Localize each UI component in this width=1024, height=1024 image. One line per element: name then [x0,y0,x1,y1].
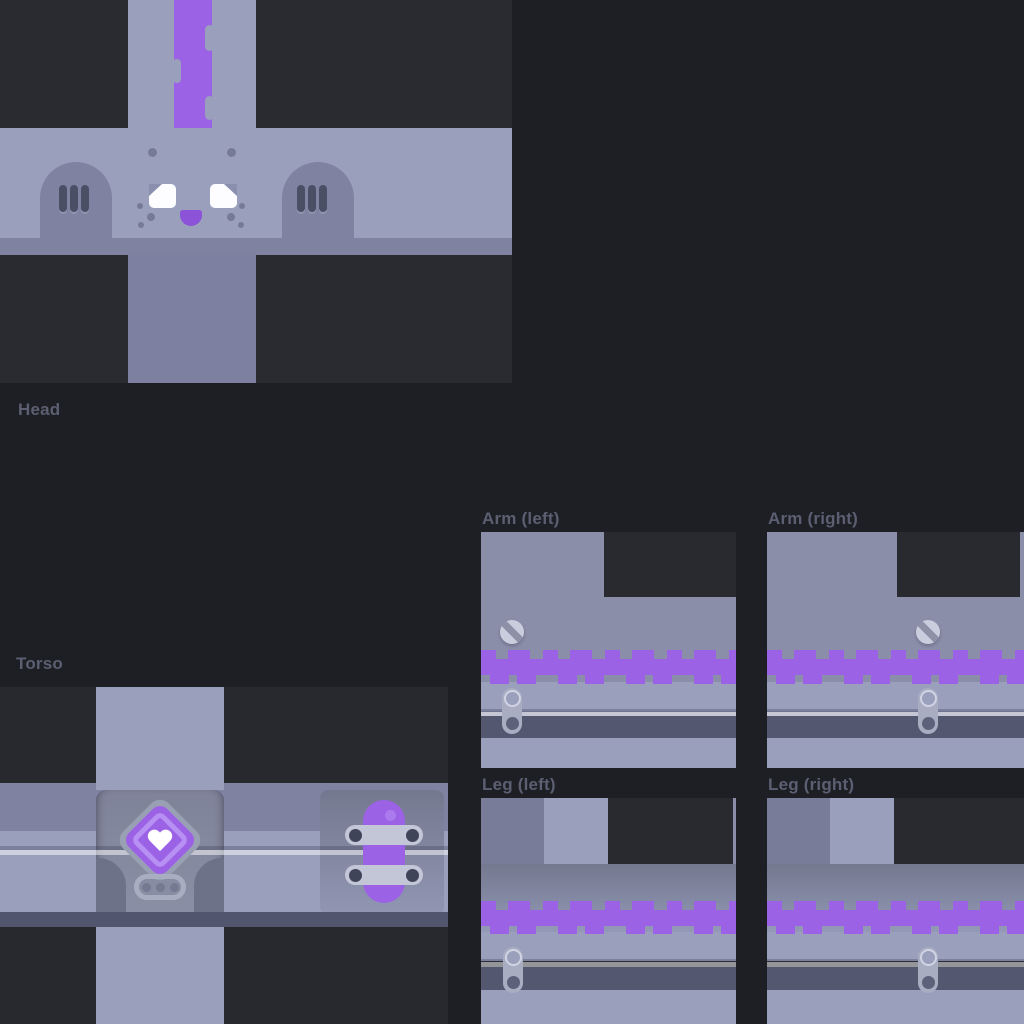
ear-gill-slit [81,185,89,212]
arm-right-label: Arm (right) [768,509,858,529]
uv-empty-notch [897,532,1020,597]
head-texture-tile[interactable] [0,0,512,383]
cuff-dark-band [767,967,1024,990]
freckle [227,148,236,157]
freckle [238,222,244,228]
leg-top-light-block [544,798,608,864]
arm-left-texture-tile[interactable] [481,532,736,768]
arm-bottom-band [767,738,1024,768]
vent-pill [134,874,186,900]
mane-notch [205,25,214,51]
vent-dot [156,883,165,892]
leg-left-texture-tile[interactable] [481,798,736,1024]
screw-detail [500,620,524,644]
leg-left-label: Leg (left) [482,775,556,795]
arm-left-label: Arm (left) [482,509,560,529]
fur-stripe [481,901,736,934]
zipper-pull [918,688,938,734]
freckle [227,213,235,221]
cuff-dark-band [767,716,1024,738]
leg-edge-sliver [733,798,736,864]
ear-gill-slit [70,185,78,212]
torso-texture-tile[interactable] [0,687,448,1024]
arm-right-texture-tile[interactable] [767,532,1024,768]
leg-right-label: Leg (right) [768,775,854,795]
ear-gill-slit [297,185,305,212]
freckle [138,222,144,228]
mane-notch [205,96,214,120]
mane-notch [173,59,181,83]
fur-stripe [481,650,736,684]
eyelid-left [149,184,162,196]
vent-dot [142,883,151,892]
leg-top-slate-block [481,798,544,864]
torso-bottom-flap [96,927,224,1024]
bedroll-strap [345,825,423,845]
heart-icon [147,830,173,853]
torso-label: Torso [16,654,63,674]
bedroll-capsule [363,800,405,903]
leg-right-texture-tile[interactable] [767,798,1024,1024]
head-label: Head [18,400,60,420]
head-bottom-flap [128,255,256,383]
torso-top-flap [96,687,224,790]
arm-light-band [767,682,1024,711]
ear-gill-slit [59,185,67,212]
arm-bottom-band [481,738,736,768]
freckle [137,203,143,209]
leg-light-band [767,932,1024,961]
leg-top-slate-block [767,798,830,864]
screw-detail [916,620,940,644]
bedroll-strap [345,865,423,885]
fur-stripe [767,901,1024,934]
zipper-pull [918,947,938,993]
ear-right [282,162,354,255]
leg-bottom-band [481,990,736,1024]
waist-dark-strip [0,912,448,927]
zipper-pull [503,947,523,993]
leg-top-light-block [830,798,894,864]
leg-bottom-band [767,990,1024,1024]
freckle [147,213,155,221]
skin-texture-preview: Head Torso [0,0,1024,1024]
vent-dot [170,883,179,892]
freckle [239,203,245,209]
bedroll-highlight [385,810,396,821]
eyelid-right [224,184,237,196]
head-top-flap [128,0,256,128]
fur-stripe [767,650,1024,684]
zipper-pull [502,688,522,734]
ear-gill-slit [319,185,327,212]
freckle [148,148,157,157]
uv-empty-notch [604,532,736,597]
ear-gill-slit [308,185,316,212]
